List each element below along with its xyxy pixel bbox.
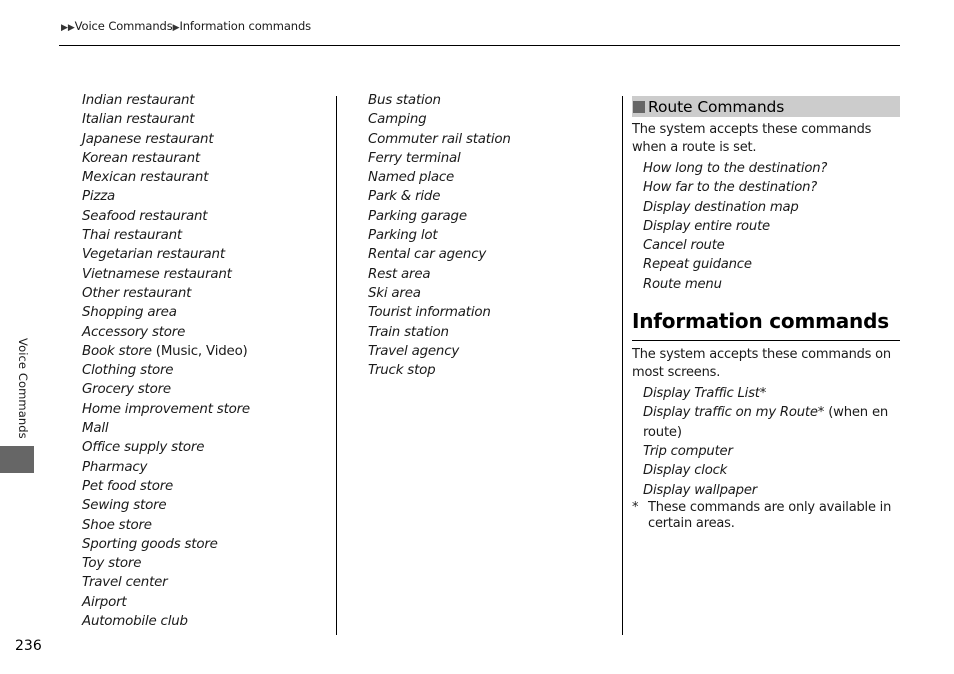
column-divider-2 — [622, 96, 623, 635]
route-command-list: How long to the destination? How far to … — [643, 159, 900, 294]
section-square-icon — [633, 100, 645, 113]
list-item: Camping — [368, 112, 427, 128]
command-item: How far to the destination? — [643, 180, 818, 196]
list-item: Office supply store — [82, 440, 205, 456]
list-item: Travel center — [82, 575, 168, 591]
footnote-text: These commands are only available in cer… — [648, 499, 892, 531]
list-item: Mall — [82, 421, 109, 437]
list-item: Thai restaurant — [82, 228, 182, 244]
information-command-list: Display Traffic List* Display traffic on… — [643, 384, 900, 500]
breadcrumb-item-voice-commands[interactable]: Voice Commands — [75, 19, 173, 33]
list-item: Named place — [368, 170, 455, 186]
command-item: How long to the destination? — [643, 161, 828, 176]
command-item: Cancel route — [643, 238, 725, 254]
list-item: Vietnamese restaurant — [82, 266, 232, 282]
list-item: Parking garage — [368, 208, 467, 224]
section-title: Information commands — [632, 308, 900, 342]
list-item: Travel agency — [368, 343, 460, 359]
list-item: Clothing store — [82, 363, 174, 379]
command-item: Display Traffic List* — [643, 386, 767, 402]
list-item: Book store (Music, Video) — [82, 343, 248, 359]
route-commands-intro: The system accepts these commands when a… — [632, 122, 872, 155]
route-commands-heading: Route Commands — [632, 96, 900, 117]
list-item: Automobile club — [82, 614, 188, 630]
command-item: Display entire route — [643, 218, 770, 234]
list-item: Park & ride — [368, 189, 441, 205]
commands-column: Route Commands The system accepts these … — [632, 96, 900, 532]
list-item: Parking lot — [368, 228, 438, 244]
list-item: Rest area — [368, 266, 431, 282]
list-item: Pizza — [82, 189, 116, 205]
list-item: Pet food store — [82, 478, 174, 494]
list-item: Sewing store — [82, 498, 167, 514]
double-arrow-icon: ▶▶ — [61, 23, 75, 33]
command-item: Display destination map — [643, 199, 799, 215]
list-item: Toy store — [82, 556, 142, 572]
list-item: Japanese restaurant — [82, 131, 214, 147]
category-list-1: Indian restaurant Italian restaurant Jap… — [82, 91, 250, 631]
command-item: Display traffic on my Route* (when en ro… — [643, 405, 889, 440]
footnote-marker: * — [632, 499, 639, 515]
list-item: Grocery store — [82, 382, 171, 398]
list-item: Pharmacy — [82, 459, 148, 475]
list-item: Commuter rail station — [368, 131, 511, 147]
list-item: Accessory store — [82, 324, 186, 340]
command-item: Repeat guidance — [643, 257, 752, 273]
list-item: Shopping area — [82, 305, 177, 321]
list-item-note: (Music, Video) — [151, 343, 248, 359]
list-item: Tourist information — [368, 305, 491, 321]
command-item: Trip computer — [643, 443, 733, 459]
list-item: Bus station — [368, 93, 441, 108]
breadcrumb-item-information-commands[interactable]: Information commands — [179, 19, 311, 33]
route-commands-title: Route Commands — [648, 97, 785, 116]
list-item: Truck stop — [368, 363, 436, 379]
breadcrumb: ▶▶Voice Commands▶Information commands — [61, 19, 311, 33]
list-item: Home improvement store — [82, 401, 250, 417]
command-item: Display wallpaper — [643, 482, 757, 498]
column-divider-1 — [336, 96, 337, 635]
command-item: Display clock — [643, 463, 728, 479]
side-tab-label: Voice Commands — [16, 338, 30, 439]
list-item: Sporting goods store — [82, 536, 218, 552]
list-item: Rental car agency — [368, 247, 487, 263]
list-item: Airport — [82, 594, 127, 610]
list-item: Korean restaurant — [82, 150, 200, 166]
list-item: Ski area — [368, 285, 421, 301]
information-commands-intro: The system accepts these commands on mos… — [632, 347, 891, 381]
header-divider — [59, 45, 900, 46]
list-item: Ferry terminal — [368, 150, 461, 166]
command-item: Route menu — [643, 276, 722, 292]
list-item: Vegetarian restaurant — [82, 247, 225, 263]
footnote: * These commands are only available in c… — [632, 500, 900, 532]
list-item: Mexican restaurant — [82, 170, 209, 186]
list-item: Other restaurant — [82, 285, 192, 301]
page-number: 236 — [15, 638, 42, 654]
list-item: Seafood restaurant — [82, 208, 208, 224]
list-item: Italian restaurant — [82, 112, 195, 128]
list-item: Indian restaurant — [82, 93, 195, 108]
side-tab-marker — [0, 446, 34, 473]
category-list-2: Bus station Camping Commuter rail statio… — [368, 91, 511, 380]
list-item: Shoe store — [82, 517, 152, 533]
list-item: Train station — [368, 324, 449, 340]
